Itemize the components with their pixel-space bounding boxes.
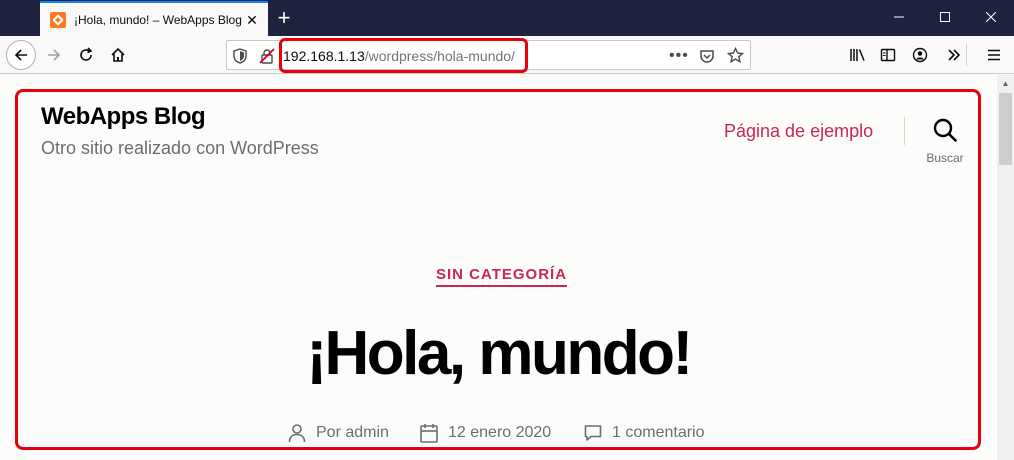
minimize-button[interactable]	[876, 0, 922, 34]
close-tab-icon[interactable]: ✕	[244, 12, 260, 28]
sidebar-icon	[880, 48, 896, 62]
library-button[interactable]	[842, 39, 874, 71]
forward-button[interactable]	[38, 39, 70, 71]
hamburger-menu-button[interactable]	[978, 39, 1010, 71]
scroll-thumb[interactable]	[999, 93, 1012, 165]
close-window-icon	[986, 12, 996, 22]
close-window-button[interactable]	[968, 0, 1014, 34]
tab-strip: ¡Hola, mundo! – WebApps Blog ✕ +	[0, 0, 1014, 36]
insecure-lock-icon[interactable]	[259, 48, 275, 64]
reload-button[interactable]	[70, 39, 102, 71]
content-annotation-box	[15, 89, 981, 450]
home-button[interactable]	[102, 39, 134, 71]
active-tab[interactable]: ¡Hola, mundo! – WebApps Blog ✕	[40, 1, 268, 36]
account-button[interactable]	[904, 39, 936, 71]
back-button[interactable]	[6, 40, 36, 70]
library-icon	[850, 49, 865, 61]
back-arrow-icon	[14, 49, 27, 61]
shield-icon[interactable]	[233, 48, 247, 64]
home-icon	[111, 47, 125, 62]
page-actions-icon[interactable]: •••	[669, 47, 689, 65]
minimize-icon	[894, 16, 904, 18]
forward-arrow-icon	[48, 49, 61, 61]
hamburger-menu-icon	[988, 49, 1000, 61]
toolbar-divider	[966, 44, 967, 66]
page-scrollbar[interactable]: ▲	[997, 75, 1014, 460]
url-annotation-box	[279, 38, 528, 73]
scroll-up-arrow-icon[interactable]: ▲	[997, 75, 1014, 92]
maximize-icon	[940, 12, 950, 22]
account-icon	[912, 47, 928, 63]
sidebar-button[interactable]	[872, 39, 904, 71]
double-chevron-icon	[948, 49, 961, 61]
reload-icon	[80, 47, 93, 61]
pocket-icon[interactable]	[699, 48, 715, 64]
tab-title: ¡Hola, mundo! – WebApps Blog	[74, 12, 242, 27]
maximize-button[interactable]	[922, 0, 968, 34]
new-tab-button[interactable]: +	[272, 4, 296, 32]
site-favicon-icon	[50, 11, 66, 28]
bookmark-star-icon[interactable]	[727, 47, 744, 64]
